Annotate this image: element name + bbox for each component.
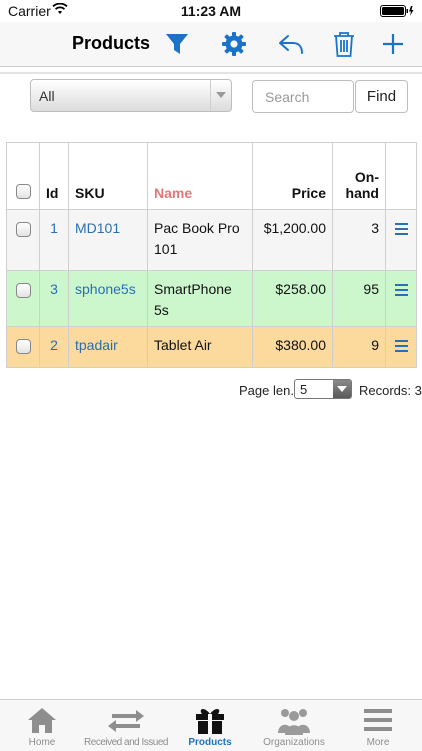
tab-more[interactable]: More <box>336 700 420 751</box>
table-row[interactable]: 2 tpadair Tablet Air $380.00 9 <box>6 326 417 368</box>
row-actions-cell <box>385 209 417 271</box>
undo-icon[interactable] <box>277 30 305 58</box>
row-actions-cell <box>385 270 417 327</box>
select-all-cell <box>6 142 40 210</box>
tab-label: Products <box>188 737 232 748</box>
category-select-value: All <box>39 88 55 104</box>
row-select-cell <box>6 270 40 327</box>
products-table: Id SKU Name Price On-hand 1 MD101 Pac Bo… <box>6 142 417 368</box>
page-len-select[interactable]: 5 <box>294 379 352 399</box>
add-icon[interactable] <box>379 30 407 58</box>
find-button[interactable]: Find <box>355 80 408 113</box>
table-header-row: Id SKU Name Price On-hand <box>6 142 417 210</box>
row-id[interactable]: 2 <box>39 326 69 368</box>
gift-icon <box>196 709 224 734</box>
row-menu-icon[interactable] <box>394 340 408 352</box>
home-icon <box>28 708 56 733</box>
col-header-onhand[interactable]: On-hand <box>332 142 386 210</box>
chevron-down-icon <box>210 80 231 111</box>
row-onhand: 95 <box>332 270 386 327</box>
col-header-sku[interactable]: SKU <box>68 142 148 210</box>
page-len-label: Page len. <box>239 383 294 398</box>
tab-label: More <box>366 737 390 748</box>
divider <box>0 72 422 74</box>
tab-label: Received and Issued <box>84 737 168 748</box>
table-row[interactable]: 1 MD101 Pac Book Pro 101 $1,200.00 3 <box>6 209 417 271</box>
people-icon <box>278 709 310 735</box>
row-checkbox[interactable] <box>15 283 31 298</box>
row-select-cell <box>6 209 40 271</box>
row-onhand: 9 <box>332 326 386 368</box>
col-header-name[interactable]: Name <box>147 142 253 210</box>
tab-organizations[interactable]: Organizations <box>252 700 336 751</box>
row-sku[interactable]: sphone5s <box>68 270 148 327</box>
select-all-checkbox[interactable] <box>15 184 31 199</box>
col-header-actions <box>385 142 417 210</box>
page-len-value: 5 <box>300 382 308 397</box>
category-select[interactable]: All <box>30 79 232 112</box>
filter-icon[interactable] <box>163 30 191 58</box>
row-onhand: 3 <box>332 209 386 271</box>
row-name: Tablet Air <box>147 326 253 368</box>
tab-products[interactable]: Products <box>168 700 252 751</box>
row-price: $1,200.00 <box>252 209 333 271</box>
row-sku[interactable]: tpadair <box>68 326 148 368</box>
row-name: SmartPhone 5s <box>147 270 253 327</box>
tab-label: Home <box>28 737 56 748</box>
row-checkbox[interactable] <box>15 222 31 237</box>
search-input[interactable] <box>252 80 354 113</box>
table-row[interactable]: 3 sphone5s SmartPhone 5s $258.00 95 <box>6 270 417 327</box>
row-price: $380.00 <box>252 326 333 368</box>
row-menu-icon[interactable] <box>394 223 408 235</box>
row-id[interactable]: 3 <box>39 270 69 327</box>
gear-icon[interactable] <box>220 30 248 58</box>
tab-home[interactable]: Home <box>0 700 84 751</box>
status-time: 11:23 AM <box>180 3 242 19</box>
nav-bar: Products <box>0 22 422 67</box>
tab-received-issued[interactable]: Received and Issued <box>84 700 168 751</box>
status-bar: Carrier 11:23 AM <box>0 0 422 22</box>
col-header-id[interactable]: Id <box>39 142 69 210</box>
row-id[interactable]: 1 <box>39 209 69 271</box>
tab-label: Organizations <box>263 737 325 748</box>
row-price: $258.00 <box>252 270 333 327</box>
pager: Page len. 5 Records: 3 <box>238 379 422 401</box>
chevron-down-icon <box>333 380 351 398</box>
row-name: Pac Book Pro 101 <box>147 209 253 271</box>
transfer-icon <box>108 710 144 732</box>
battery-icon <box>380 5 414 17</box>
trash-icon[interactable] <box>330 30 358 58</box>
row-sku[interactable]: MD101 <box>68 209 148 271</box>
row-checkbox[interactable] <box>15 339 31 354</box>
row-actions-cell <box>385 326 417 368</box>
row-select-cell <box>6 326 40 368</box>
col-header-price[interactable]: Price <box>252 142 333 210</box>
records-count: Records: 3 <box>359 383 422 398</box>
row-menu-icon[interactable] <box>394 284 408 296</box>
menu-icon <box>364 709 392 731</box>
page-title: Products <box>72 33 151 53</box>
tab-bar: Home Received and Issued Products Organi… <box>0 699 422 751</box>
